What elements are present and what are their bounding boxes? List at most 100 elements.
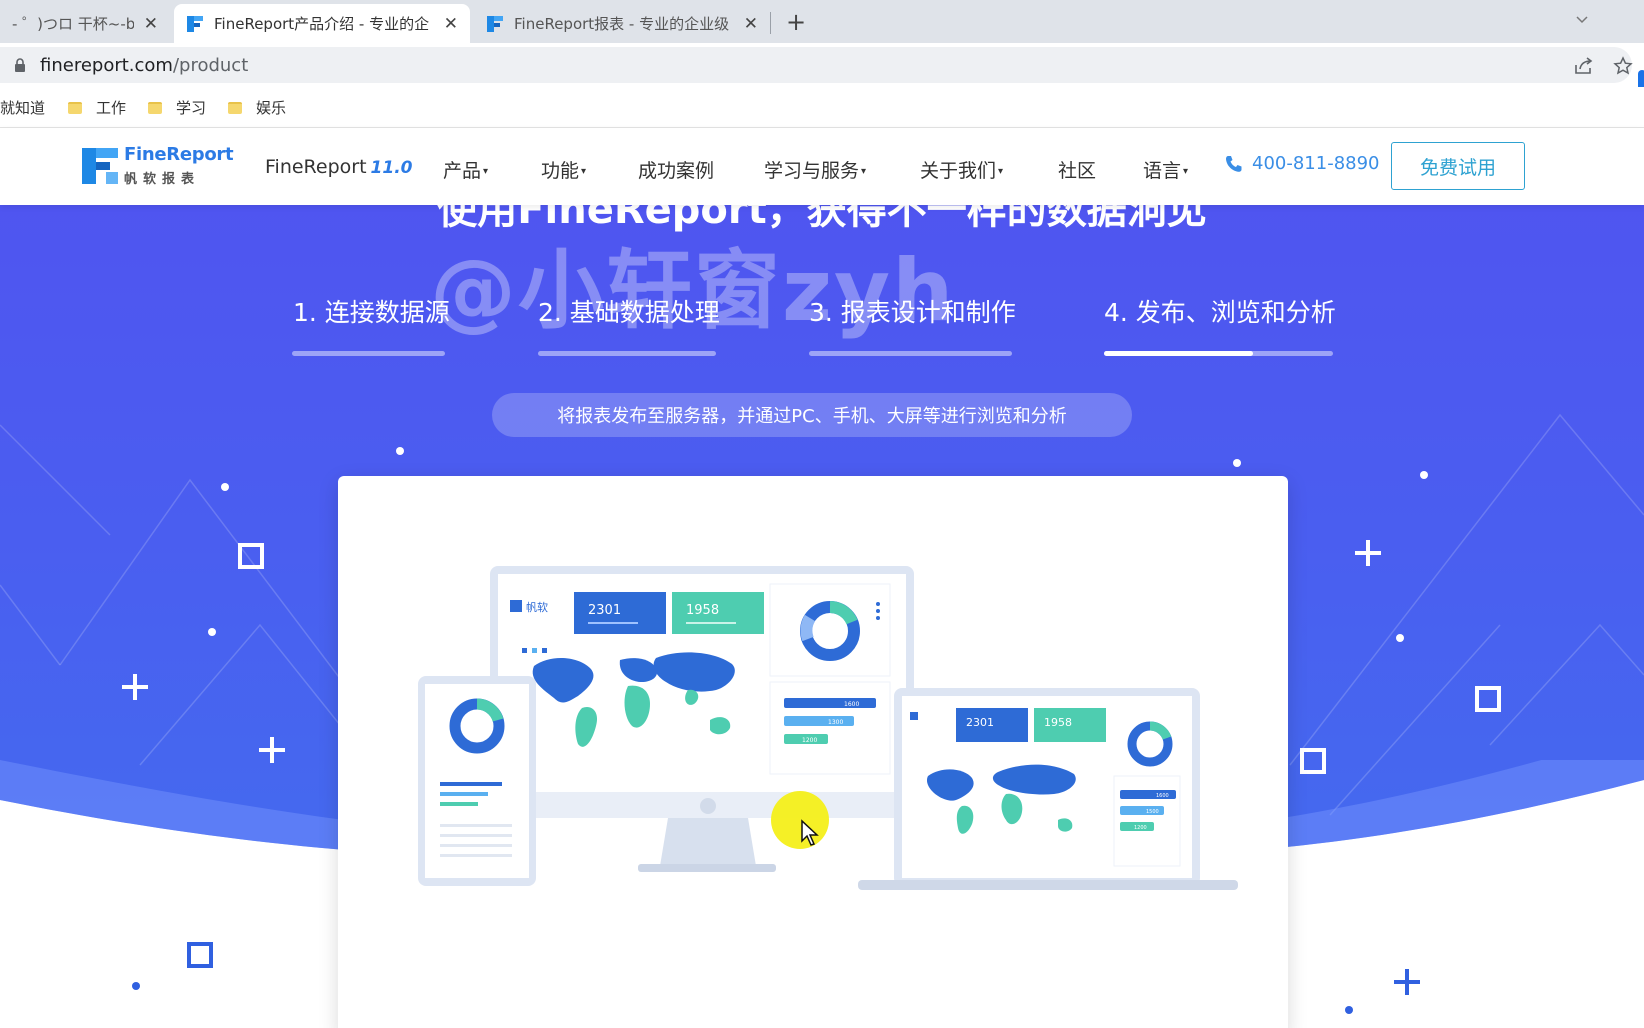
step-label: 3. 报表设计和制作 [809,298,1016,327]
finereport-favicon-icon [187,15,203,32]
bookmark-folder-fun[interactable]: 娱乐 [228,97,286,118]
url-text[interactable]: finereport.com/product [40,55,248,76]
caret-down-icon: ▾ [998,166,1004,177]
bookmark-label: 学习 [176,99,207,117]
showcase-brand: 帆软 [526,600,548,614]
nav-label: 社区 [1058,160,1097,182]
laptop-metric-2: 1958 [1044,716,1072,729]
tab-close-icon[interactable]: ✕ [144,14,158,34]
nav-label: 学习与服务 [764,160,860,182]
bookmarks-bar: 就知道 工作 学习 娱乐 [0,87,1644,128]
nav-label: 功能 [541,160,580,182]
step-tab-1[interactable]: 1. 连接数据源 [293,293,450,329]
bookmark-folder-study[interactable]: 学习 [148,97,206,118]
nav-finereport-version[interactable]: FineReport 11.0 [265,156,413,178]
step-progress-bar-3 [809,351,1012,356]
browser-address-bar: finereport.com/product [0,43,1644,87]
share-icon[interactable] [1574,57,1594,75]
phone-link[interactable]: 400-811-8890 [1224,153,1380,174]
url-host: finereport.com [40,55,173,76]
browser-tab-bilibili[interactable]: - ゜)つロ 干杯~-bilil ✕ [0,4,170,43]
showcase-metric-1: 2301 [588,603,621,618]
tab-title: - ゜)つロ 干杯~-bilil [12,15,134,33]
device-illustration: 帆软 2301 1958 1600 1300 1200 2301 1958 16… [418,566,1238,890]
bookmark-label: 就知道 [0,99,46,117]
caret-down-icon: ▾ [581,166,587,177]
caret-down-icon: ▾ [861,166,867,177]
laptop-bar-label-2: 1500 [1146,809,1159,815]
hero-section: 使用FineReport，获得不一样的数据洞见 @小轩窗zyh 1. 连接数据源… [0,205,1644,1028]
plus-decoration-icon [1394,969,1420,995]
nav-item-about[interactable]: 关于我们 ▾ [920,156,1003,183]
nav-label: 语言 [1143,160,1182,182]
tab-separator [770,12,771,34]
product-showcase-card: 帆软 2301 1958 1600 1300 1200 2301 1958 16… [338,476,1288,1028]
phone-icon [1226,155,1242,172]
nav-version: 11.0 [370,158,413,178]
tab-title: FineReport报表 - 专业的企业级 [514,15,730,33]
folder-icon [148,101,162,114]
tab-close-icon[interactable]: ✕ [744,14,758,34]
nav-item-language[interactable]: 语言 ▾ [1143,156,1188,183]
laptop-bar-label-1: 1600 [1156,793,1169,799]
site-header: FineReport 帆软报表 FineReport 11.0 产品 ▾ 功能 ▾ 成… [0,128,1644,205]
showcase-metric-2: 1958 [686,603,719,618]
bookmark-label: 娱乐 [256,99,287,117]
lock-icon[interactable] [14,58,26,72]
nav-label: 产品 [443,160,482,182]
step-progress-bar-4 [1104,351,1333,356]
nav-product-name: FineReport [265,156,367,178]
step-label: 1. 连接数据源 [293,298,450,327]
nav-item-cases[interactable]: 成功案例 [638,156,714,183]
laptop-metric-1: 2301 [966,716,994,729]
mouse-cursor-icon [801,819,819,846]
showcase-bar-label-2: 1300 [828,719,843,726]
finereport-logo-icon [82,148,118,184]
tab-search-chevron-icon[interactable] [1574,12,1590,28]
finereport-favicon-icon [487,15,503,32]
finereport-logo[interactable]: FineReport 帆软报表 [80,144,234,188]
nav-item-community[interactable]: 社区 [1058,156,1096,183]
browser-tab-bar: - ゜)つロ 干杯~-bilil ✕ FineReport产品介绍 - 专业的企… [0,0,1644,43]
showcase-bar-label-3: 1200 [802,737,817,744]
tab-close-icon[interactable]: ✕ [444,14,458,34]
laptop-illustration: 2301 1958 1600 1500 1200 [858,688,1238,890]
omnibox[interactable]: finereport.com/product [0,47,1633,83]
tablet-illustration [418,676,536,886]
step-label: 4. 发布、浏览和分析 [1104,298,1336,327]
nav-item-learning[interactable]: 学习与服务 ▾ [764,156,866,183]
step-description: 将报表发布至服务器，并通过PC、手机、大屏等进行浏览和分析 [492,393,1132,437]
free-trial-button[interactable]: 免费试用 [1391,142,1525,190]
browser-tab-finereport-product[interactable]: FineReport产品介绍 - 专业的企 ✕ [174,4,470,43]
step-label: 2. 基础数据处理 [538,298,720,327]
bookmark-folder-work[interactable]: 工作 [68,97,126,118]
nav-label: 成功案例 [638,160,715,182]
step-tab-3[interactable]: 3. 报表设计和制作 [809,293,1016,329]
url-path: /product [172,55,249,76]
folder-icon [228,101,242,114]
monitor-illustration: 帆软 2301 1958 1600 1300 1200 [490,566,914,872]
step-tab-2[interactable]: 2. 基础数据处理 [538,293,720,329]
bookmark-label: 工作 [96,99,127,117]
browser-tab-finereport-report[interactable]: FineReport报表 - 专业的企业级 ✕ [474,4,770,43]
square-decoration-icon [187,942,213,968]
laptop-bar-label-3: 1200 [1134,825,1147,831]
nav-label: 关于我们 [920,160,997,182]
step-tab-4[interactable]: 4. 发布、浏览和分析 [1104,293,1336,329]
nav-item-products[interactable]: 产品 ▾ [443,156,488,183]
step-progress-fill [1104,351,1253,356]
logo-text-cn: 帆软报表 [124,172,201,187]
tab-title: FineReport产品介绍 - 专业的企 [214,15,430,33]
folder-icon [68,101,82,114]
caret-down-icon: ▾ [1183,166,1189,177]
bookmark-item[interactable]: 就知道 [0,97,45,118]
nav-item-features[interactable]: 功能 ▾ [541,156,586,183]
bookmark-star-icon[interactable] [1613,56,1633,76]
logo-text-en: FineReport [124,144,234,165]
new-tab-button[interactable]: + [786,8,806,36]
step-progress-bar-1 [292,351,445,356]
phone-number: 400-811-8890 [1252,153,1380,174]
step-progress-bar-2 [538,351,716,356]
showcase-bar-label-1: 1600 [844,701,859,708]
caret-down-icon: ▾ [483,166,489,177]
